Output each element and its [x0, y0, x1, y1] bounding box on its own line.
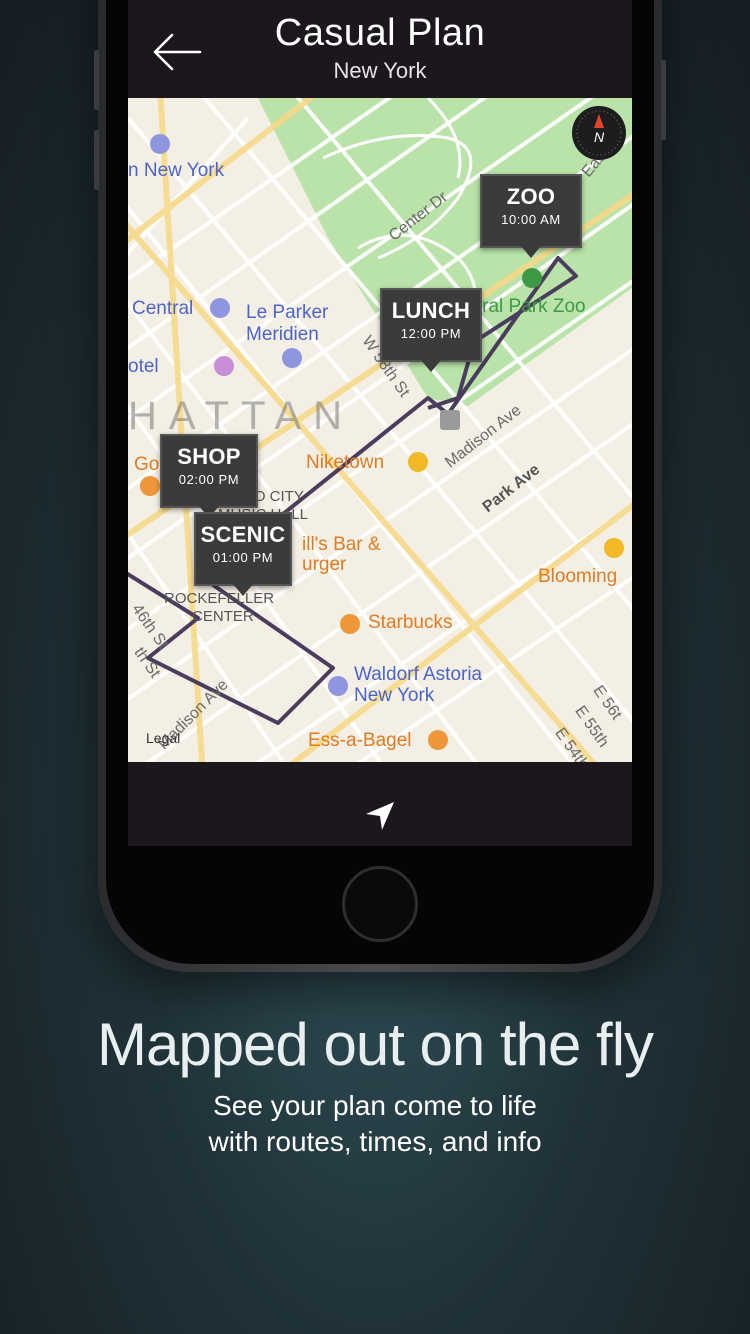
page-title: Casual Plan	[274, 12, 486, 54]
poi-label: Central	[132, 298, 194, 319]
pin-name: SCENIC	[200, 522, 286, 547]
volume-button	[94, 50, 99, 110]
poi-label: Ess-a-Bagel	[308, 730, 412, 751]
promo-subline: See your plan come to life with routes, …	[0, 1088, 750, 1160]
map-pin-shop[interactable]: SHOP 02:00 PM	[160, 434, 258, 518]
poi-label: Starbucks	[368, 612, 453, 633]
pin-time: 12:00 PM	[400, 326, 462, 341]
location-arrow-icon	[366, 802, 394, 830]
power-button	[661, 60, 666, 140]
promo-headline: Mapped out on the fly	[96, 1011, 654, 1078]
map-view[interactable]: HATTAN n New York Central Le Parker Meri…	[128, 98, 632, 762]
locate-button[interactable]	[362, 798, 398, 834]
pin-time: 10:00 AM	[501, 212, 561, 227]
shopping-icon	[604, 538, 624, 558]
poi-label: CENTER	[192, 608, 254, 625]
poi-label: Waldorf Astoria	[354, 664, 483, 685]
district-label: HATTAN	[128, 394, 355, 438]
compass-button[interactable]: N	[572, 106, 626, 160]
promo-line-1: See your plan come to life	[213, 1090, 537, 1121]
hotel-icon	[210, 298, 230, 318]
poi-label: urger	[302, 554, 347, 575]
cafe-icon	[340, 614, 360, 634]
hotel-icon	[282, 348, 302, 368]
hotel-icon	[150, 134, 170, 154]
page-subtitle: New York	[333, 58, 427, 83]
poi-label: n New York	[128, 160, 225, 181]
pin-time: 02:00 PM	[178, 472, 240, 487]
poi-label: Le Parker	[246, 302, 329, 323]
poi-label: Niketown	[306, 452, 385, 473]
app-screen: Casual Plan New York HATTAN n New York C…	[128, 0, 632, 846]
compass-label: N	[594, 129, 605, 145]
map-pin-zoo[interactable]: ZOO 10:00 AM	[480, 174, 582, 258]
home-button[interactable]	[342, 866, 418, 942]
poi-label: ROCKEFELLER	[164, 590, 275, 607]
pin-time: 01:00 PM	[212, 550, 274, 565]
promo-line-2: with routes, times, and info	[208, 1126, 542, 1157]
zoo-icon	[522, 268, 542, 288]
restaurant-icon	[428, 730, 448, 750]
map-pin-scenic[interactable]: SCENIC 01:00 PM	[194, 512, 292, 596]
poi-label: Meridien	[246, 324, 319, 345]
volume-button	[94, 130, 99, 190]
poi-label: ill's Bar &	[302, 534, 381, 555]
legal-link[interactable]: Legal	[146, 730, 180, 746]
theater-icon	[214, 356, 234, 376]
nav-bar: Casual Plan New York	[128, 0, 632, 98]
hotel-icon	[328, 676, 348, 696]
pin-name: ZOO	[506, 184, 556, 209]
bottom-toolbar	[128, 762, 632, 846]
shopping-icon	[408, 452, 428, 472]
restaurant-icon	[140, 476, 160, 496]
pin-name: SHOP	[177, 444, 241, 469]
poi-label: otel	[128, 356, 159, 377]
poi-label: New York	[354, 685, 435, 706]
compass-icon: N	[576, 110, 622, 156]
apple-store-icon	[440, 410, 460, 430]
poi-label: Blooming	[538, 566, 618, 587]
map-pin-lunch[interactable]: LUNCH 12:00 PM	[380, 288, 482, 372]
pin-name: LUNCH	[391, 298, 471, 323]
